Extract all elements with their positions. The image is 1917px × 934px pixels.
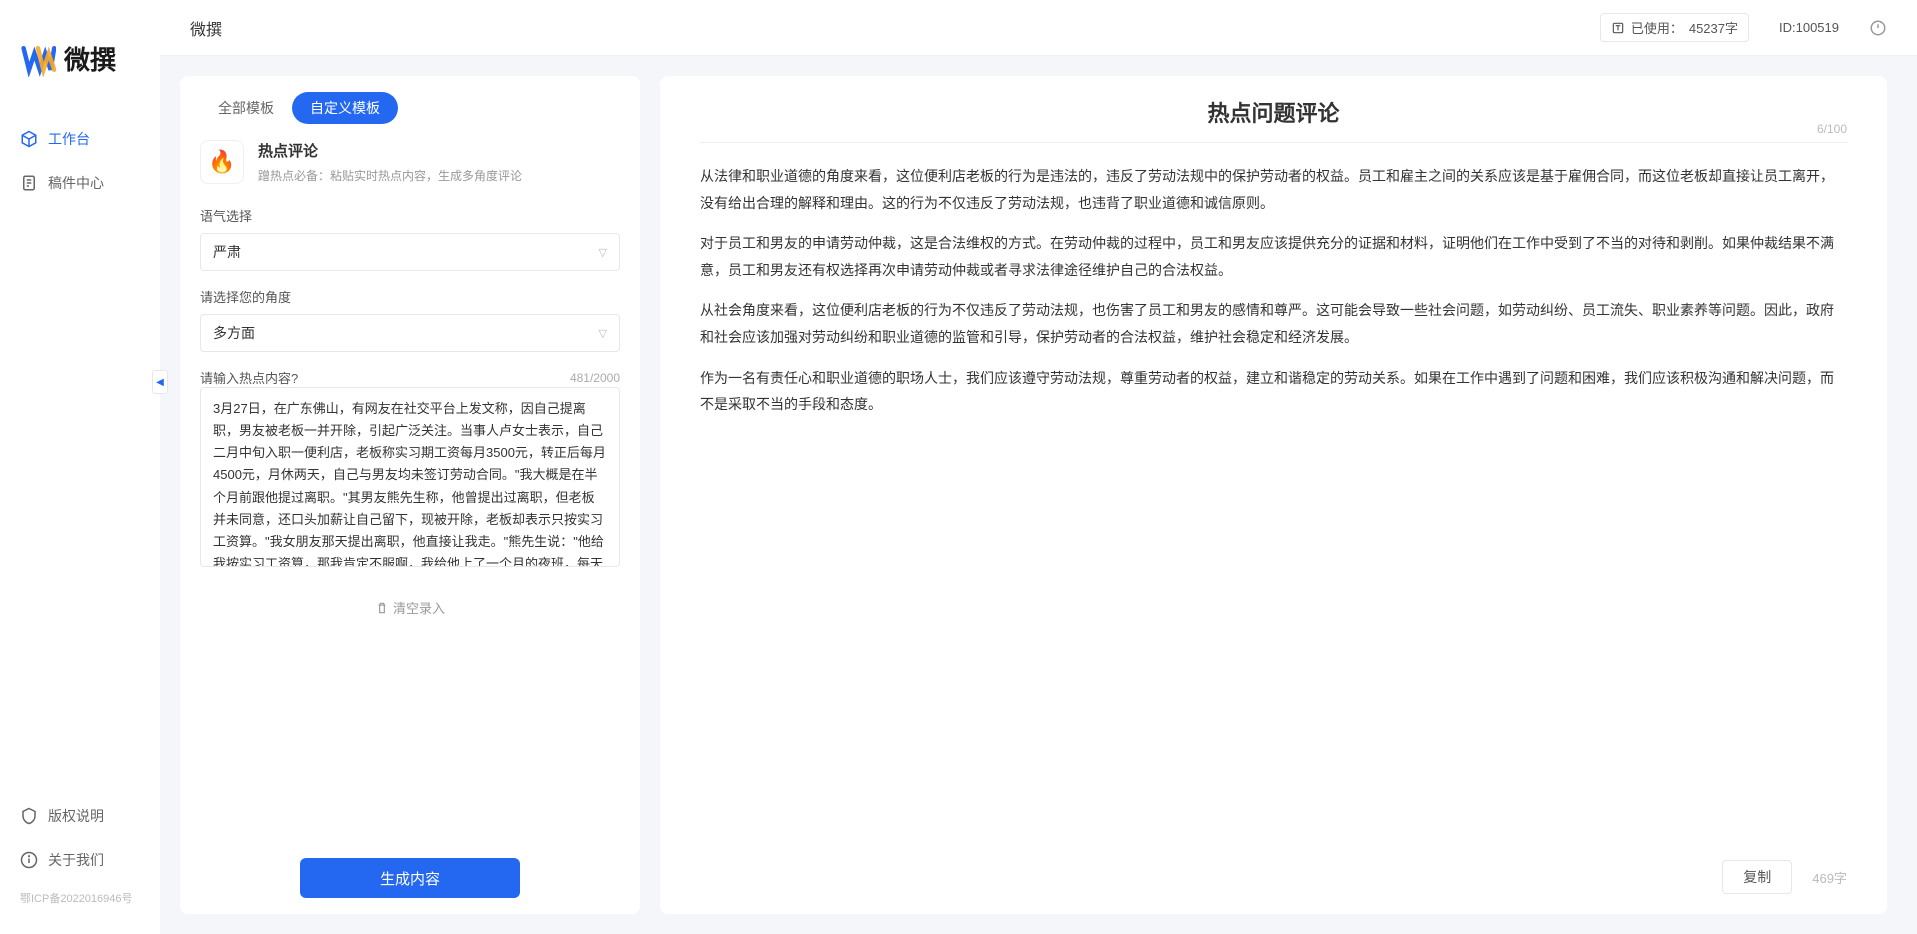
content-label: 请输入热点内容? (200, 368, 298, 387)
content-textarea[interactable] (200, 387, 620, 567)
nav-label: 版权说明 (48, 806, 104, 826)
clear-button[interactable]: 清空录入 (200, 586, 620, 629)
text-icon (1611, 21, 1625, 35)
icp-link[interactable]: 鄂ICP备2022016946号 (0, 882, 160, 914)
chevron-down-icon: ▽ (599, 327, 607, 340)
result-paragraph: 作为一名有责任心和职业道德的职场人士，我们应该遵守劳动法规，尊重劳动者的权益，建… (700, 365, 1847, 418)
input-panel: 全部模板 自定义模板 🔥 热点评论 蹭热点必备：粘贴实时热点内容，生成多角度评论… (180, 76, 640, 914)
word-count: 469字 (1812, 868, 1847, 887)
angle-value: 多方面 (213, 323, 255, 343)
nav-item-about[interactable]: 关于我们 (0, 838, 160, 882)
nav-item-copyright[interactable]: 版权说明 (0, 794, 160, 838)
clear-label: 清空录入 (393, 598, 445, 617)
copy-button[interactable]: 复制 (1722, 860, 1792, 894)
template-desc: 蹭热点必备：粘贴实时热点内容，生成多角度评论 (258, 167, 522, 186)
breadcrumb: 微撰 (190, 16, 222, 40)
nav-label: 关于我们 (48, 850, 104, 870)
result-paragraph: 对于员工和男友的申请劳动仲裁，这是合法维权的方式。在劳动仲裁的过程中，员工和男友… (700, 230, 1847, 283)
power-icon[interactable] (1869, 19, 1887, 37)
user-id: ID:100519 (1779, 20, 1839, 35)
usage-prefix: 已使用： (1631, 18, 1683, 37)
chevron-down-icon: ▽ (599, 246, 607, 259)
document-icon (20, 174, 38, 192)
template-tabs: 全部模板 自定义模板 (200, 92, 620, 124)
result-body: 从法律和职业道德的角度来看，这位便利店老板的行为是违法的，违反了劳动法规中的保护… (700, 163, 1847, 846)
logo-icon (20, 41, 56, 77)
logo: 微撰 (0, 0, 160, 107)
tone-select[interactable]: 严肃 ▽ (200, 233, 620, 271)
nav-item-drafts[interactable]: 稿件中心 (0, 161, 160, 205)
cube-icon (20, 130, 38, 148)
page-indicator: 6/100 (1817, 122, 1847, 136)
usage-indicator: 已使用： 45237字 (1600, 13, 1749, 42)
sidebar-bottom: 版权说明 关于我们 鄂ICP备2022016946号 (0, 784, 160, 934)
tone-value: 严肃 (213, 242, 241, 262)
nav-list: 工作台 稿件中心 (0, 107, 160, 784)
result-paragraph: 从法律和职业道德的角度来看，这位便利店老板的行为是违法的，违反了劳动法规中的保护… (700, 163, 1847, 216)
nav-label: 稿件中心 (48, 173, 104, 193)
shield-icon (20, 807, 38, 825)
tone-label: 语气选择 (200, 206, 620, 225)
tab-custom-templates[interactable]: 自定义模板 (292, 92, 398, 124)
result-title: 热点问题评论 (700, 96, 1847, 128)
sidebar-collapse-handle[interactable]: ◀ (152, 370, 168, 394)
char-count: 481/2000 (570, 371, 620, 385)
fire-icon: 🔥 (200, 140, 244, 184)
generate-button[interactable]: 生成内容 (300, 858, 520, 898)
result-paragraph: 从社会角度来看，这位便利店老板的行为不仅违反了劳动法规，也伤害了员工和男友的感情… (700, 297, 1847, 350)
logo-text: 微撰 (64, 40, 116, 77)
angle-select[interactable]: 多方面 ▽ (200, 314, 620, 352)
usage-value: 45237字 (1689, 18, 1738, 37)
tab-all-templates[interactable]: 全部模板 (200, 92, 292, 124)
nav-label: 工作台 (48, 129, 90, 149)
result-panel: 热点问题评论 6/100 从法律和职业道德的角度来看，这位便利店老板的行为是违法… (660, 76, 1887, 914)
template-title: 热点评论 (258, 140, 522, 161)
info-icon (20, 851, 38, 869)
angle-label: 请选择您的角度 (200, 287, 620, 306)
topbar: 微撰 已使用： 45237字 ID:100519 (160, 0, 1917, 56)
trash-icon (375, 601, 389, 615)
sidebar: 微撰 工作台 稿件中心 版权说明 关于我们 鄂ICP备2022016946号 ◀ (0, 0, 160, 934)
nav-item-workspace[interactable]: 工作台 (0, 117, 160, 161)
template-card: 🔥 热点评论 蹭热点必备：粘贴实时热点内容，生成多角度评论 (200, 140, 620, 186)
